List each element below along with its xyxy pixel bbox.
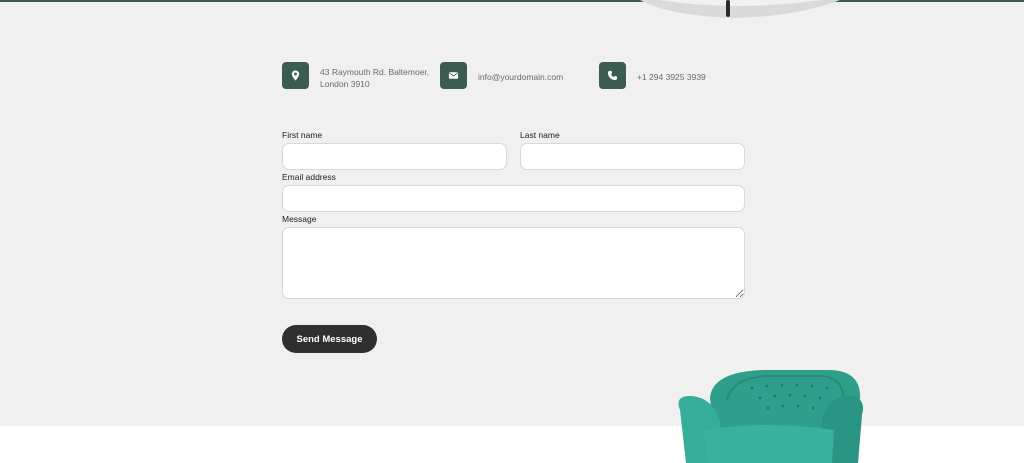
email-input[interactable]	[282, 185, 745, 212]
message-label: Message	[282, 214, 317, 224]
location-pin-icon	[282, 62, 309, 89]
phone-link[interactable]: +1 294 3925 3939	[637, 71, 706, 83]
phone-icon	[599, 62, 626, 89]
address-line-2: London 3910	[320, 79, 370, 89]
address-line-1: 43 Raymouth Rd. Baltemoer,	[320, 67, 430, 77]
armchair-image	[678, 370, 863, 463]
send-message-button[interactable]: Send Message	[282, 325, 377, 353]
email-label: Email address	[282, 172, 336, 182]
address-text: 43 Raymouth Rd. Baltemoer, London 3910	[320, 66, 430, 90]
last-name-input[interactable]	[520, 143, 745, 170]
contact-email[interactable]: info@yourdomain.com	[440, 62, 563, 89]
email-link[interactable]: info@yourdomain.com	[478, 71, 563, 83]
first-name-input[interactable]	[282, 143, 507, 170]
contact-phone[interactable]: +1 294 3925 3939	[599, 62, 706, 89]
first-name-label: First name	[282, 130, 323, 140]
envelope-icon	[440, 62, 467, 89]
message-textarea[interactable]	[282, 227, 745, 299]
sofa-image	[640, 0, 840, 18]
contact-address: 43 Raymouth Rd. Baltemoer, London 3910	[282, 62, 430, 90]
last-name-label: Last name	[520, 130, 560, 140]
